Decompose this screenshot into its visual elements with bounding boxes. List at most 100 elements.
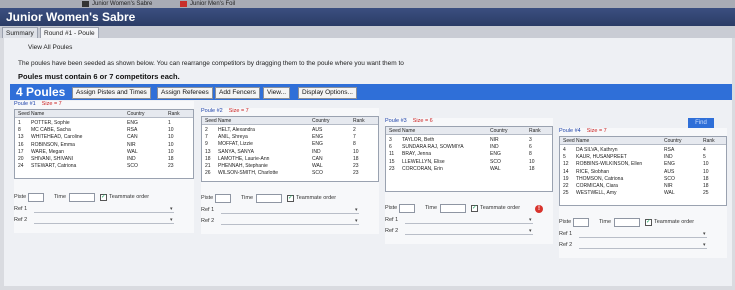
chevron-down-icon[interactable]: ▾ [529, 217, 532, 223]
fencer-row[interactable]: 13 WHITEHEAD, Caroline CAN 10 [15, 134, 193, 141]
fencer-row[interactable]: 22 CORMICAN, Ciara NIR 18 [560, 183, 726, 190]
country-column-header[interactable]: Country [490, 128, 508, 134]
fencer-row[interactable]: 16 ROBINSON, Emma NIR 10 [15, 142, 193, 149]
teammate-order-checkbox[interactable]: ✓ [645, 219, 652, 226]
chevron-down-icon[interactable]: ▾ [703, 242, 706, 248]
fencer-row[interactable]: 7 ANIL, Shreya ENG 7 [202, 134, 378, 141]
fencer-row[interactable]: 23 CORCORAN, Erin WAL 18 [386, 166, 552, 173]
poule-table[interactable]: Seed Name Country Rank 1 POTTER, Sophie ENG 1 8 M… [14, 109, 194, 179]
piste-input[interactable] [399, 204, 415, 213]
fencer-row[interactable]: 20 SHIVANI, SHIVANI IND 18 [15, 156, 193, 163]
close-tab-icon[interactable] [180, 1, 187, 7]
rank-column-header[interactable]: Rank [168, 111, 180, 117]
poule-table[interactable]: Seed Name Country Rank 2 HELT, Alexandra AUS 2 7… [201, 116, 379, 182]
view-menu-button[interactable]: View... [263, 87, 291, 99]
chevron-down-icon[interactable]: ▾ [355, 207, 358, 213]
fencer-rank: 18 [529, 165, 535, 172]
fencer-row[interactable]: 26 WILSON-SMITH, Charlotte SCO 23 [202, 170, 378, 177]
view-all-poules-link[interactable]: View All Poules [28, 44, 72, 51]
referee-1-dropdown[interactable] [579, 237, 707, 238]
teammate-order-checkbox[interactable]: ✓ [100, 194, 107, 201]
warning-icon: ! [535, 205, 543, 213]
referee-1-dropdown[interactable] [405, 223, 533, 224]
fencer-row[interactable]: 5 KAUR, HUSANPREET IND 5 [560, 154, 726, 161]
document-tab-mens-foil[interactable]: Junior Men's Foil [178, 0, 239, 8]
seed-column-header[interactable]: Seed [389, 128, 401, 134]
fencer-row[interactable]: 3 TAYLOR, Beth NIR 3 [386, 137, 552, 144]
name-column-header[interactable]: Name [576, 138, 589, 144]
name-column-header[interactable]: Name [218, 118, 231, 124]
fencer-name: MOFFAT, Lizzie [218, 141, 253, 148]
display-options-button[interactable]: Display Options... [298, 87, 357, 99]
rank-column-header[interactable]: Rank [703, 138, 715, 144]
fencer-row[interactable]: 24 STEWART, Catriona SCO 23 [15, 163, 193, 170]
country-column-header[interactable]: Country [664, 138, 682, 144]
chevron-down-icon[interactable]: ▾ [355, 218, 358, 224]
fencer-row[interactable]: 8 MC CABE, Sacha RSA 10 [15, 127, 193, 134]
referee-1-label: Ref 1 [559, 231, 573, 237]
fencer-row[interactable]: 4 DA SILVA, Kathryn RSA 4 [560, 147, 726, 154]
fencer-rank: 23 [353, 163, 359, 169]
name-column-header[interactable]: Name [402, 128, 415, 134]
piste-input[interactable] [28, 193, 44, 202]
fencer-row[interactable]: 25 WESTWELL, Amy WAL 25 [560, 190, 726, 197]
fencer-seed: 23 [389, 165, 395, 172]
piste-input[interactable] [573, 218, 589, 227]
seed-column-header[interactable]: Seed [205, 118, 217, 124]
seed-column-header[interactable]: Seed [18, 111, 30, 117]
fencer-row[interactable]: 17 WARE, Megan WAL 10 [15, 149, 193, 156]
teammate-order-label: Teammate order [109, 194, 150, 200]
teammate-order-checkbox[interactable]: ✓ [471, 205, 478, 212]
fencer-row[interactable]: 18 LAMOTHE, Laurie-Ann CAN 18 [202, 156, 378, 163]
referee-2-dropdown[interactable] [34, 223, 174, 224]
fencer-country: IND [490, 144, 499, 151]
rank-column-header[interactable]: Rank [353, 118, 365, 124]
fencer-row[interactable]: 2 HELT, Alexandra AUS 2 [202, 127, 378, 134]
add-fencers-button[interactable]: Add Fencers [215, 87, 260, 99]
teammate-order-checkbox[interactable]: ✓ [287, 195, 294, 202]
chevron-down-icon[interactable]: ▾ [170, 217, 173, 223]
fencer-name: KAUR, HUSANPREET [576, 154, 627, 161]
tab-summary[interactable]: Summary [2, 27, 38, 38]
poule-table[interactable]: Seed Name Country Rank 3 TAYLOR, Beth NIR 3 6 SUN… [385, 126, 553, 192]
fencer-row[interactable]: 12 ROBBINS-WILKINSON, Ellen ENG 10 [560, 161, 726, 168]
teammate-order-label: Teammate order [480, 205, 521, 211]
fencer-row[interactable]: 19 THOMSON, Catriona SCO 18 [560, 176, 726, 183]
country-column-header[interactable]: Country [127, 111, 145, 117]
referee-2-dropdown[interactable] [405, 234, 533, 235]
rank-column-header[interactable]: Rank [529, 128, 541, 134]
fencer-name: SUNDARA RAJ, SOWMIYA [402, 144, 464, 151]
chevron-down-icon[interactable]: ▾ [703, 231, 706, 237]
fencer-row[interactable]: 9 MOFFAT, Lizzie ENG 8 [202, 141, 378, 148]
referee-2-dropdown[interactable] [579, 248, 707, 249]
referee-1-dropdown[interactable] [34, 212, 174, 213]
piste-input[interactable] [215, 194, 231, 203]
fencer-row[interactable]: 1 POTTER, Sophie ENG 1 [15, 120, 193, 127]
assign-referees-button[interactable]: Assign Referees [157, 87, 213, 99]
referee-1-dropdown[interactable] [221, 213, 359, 214]
fencer-row[interactable]: 21 PHENNAH, Stephanie WAL 23 [202, 163, 378, 170]
poule-table[interactable]: Seed Name Country Rank 4 DA SILVA, Kathryn RSA… [559, 136, 727, 206]
referee-2-dropdown[interactable] [221, 224, 359, 225]
country-column-header[interactable]: Country [312, 118, 330, 124]
chevron-down-icon[interactable]: ▾ [170, 206, 173, 212]
fencer-row[interactable]: 13 SANYA, SANYA IND 10 [202, 149, 378, 156]
fencer-seed: 16 [18, 141, 24, 148]
fencer-row[interactable]: 11 BRAY, Jenna ENG 8 [386, 151, 552, 158]
seed-column-header[interactable]: Seed [563, 138, 575, 144]
referee-2-label: Ref 2 [201, 218, 215, 224]
time-input[interactable] [614, 218, 640, 227]
fencer-row[interactable]: 14 RICE, Siobhan AUS 10 [560, 169, 726, 176]
time-input[interactable] [256, 194, 282, 203]
chevron-down-icon[interactable]: ▾ [529, 228, 532, 234]
fencer-row[interactable]: 15 LLEWELLYN, Elise SCO 10 [386, 159, 552, 166]
fencer-seed: 12 [563, 161, 569, 168]
fencer-row[interactable]: 6 SUNDARA RAJ, SOWMIYA IND 6 [386, 144, 552, 151]
document-tab-womens-sabre[interactable]: Junior Women's Sabre [80, 0, 156, 8]
tab-round-1-poule[interactable]: Round #1 - Poule [40, 27, 99, 38]
time-input[interactable] [440, 204, 466, 213]
name-column-header[interactable]: Name [31, 111, 44, 117]
assign-pistes-button[interactable]: Assign Pistes and Times [72, 87, 151, 99]
time-input[interactable] [69, 193, 95, 202]
poule-title: Poule #4 [559, 128, 581, 134]
